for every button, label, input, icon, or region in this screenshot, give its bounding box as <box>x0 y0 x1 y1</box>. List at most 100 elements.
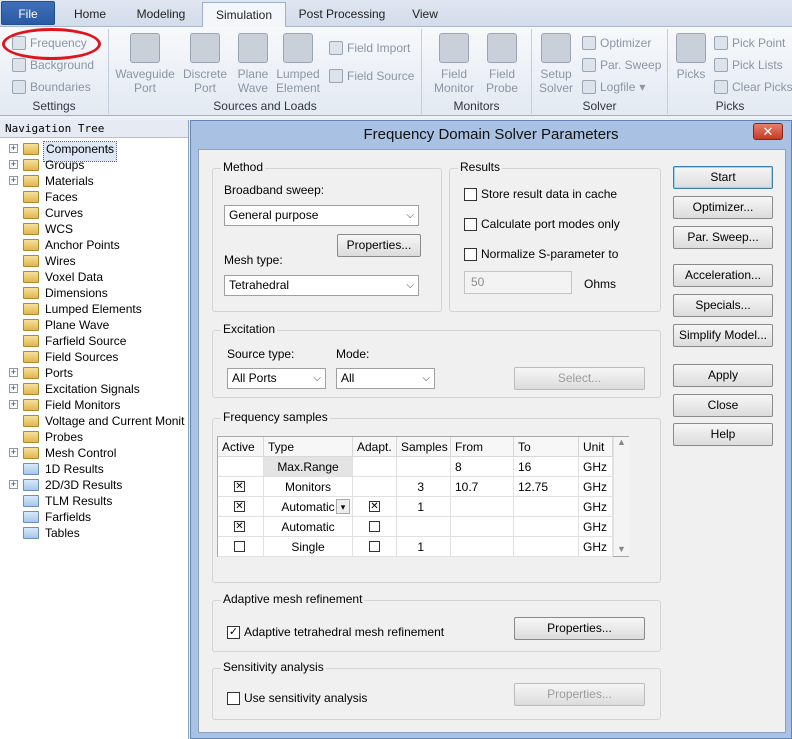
table-cell[interactable] <box>353 537 397 557</box>
expand-icon[interactable]: + <box>9 480 18 489</box>
tab-modeling[interactable]: Modeling <box>126 2 196 27</box>
mode-select[interactable]: All <box>336 368 435 389</box>
table-cell[interactable]: Monitors <box>264 477 353 497</box>
simplify-model-button[interactable]: Simplify Model... <box>673 324 773 347</box>
table-cell[interactable] <box>218 457 264 477</box>
tree-item[interactable]: TLM Results <box>0 493 188 509</box>
apply-button[interactable]: Apply <box>673 364 773 387</box>
tab-file[interactable]: File <box>1 1 55 25</box>
tree-item[interactable]: + Ports <box>0 365 188 381</box>
table-cell[interactable] <box>353 457 397 477</box>
table-cell[interactable]: Single <box>264 537 353 557</box>
lumped-element-button[interactable]: Lumped Element <box>275 33 321 95</box>
adapt-checkbox[interactable]: ✕ <box>369 501 380 512</box>
tree-item[interactable]: Wires <box>0 253 188 269</box>
background-button[interactable]: Background <box>12 58 94 72</box>
boundaries-button[interactable]: Boundaries <box>12 80 91 94</box>
table-cell[interactable]: 8 <box>451 457 514 477</box>
port-modes-checkbox[interactable]: Calculate port modes only <box>464 217 620 231</box>
sensitivity-properties-button[interactable]: Properties... <box>514 683 645 706</box>
tree-item[interactable]: Voltage and Current Monit <box>0 413 188 429</box>
chevron-down-icon[interactable]: ▾ <box>336 499 350 514</box>
optimizer-button[interactable]: Optimizer... <box>673 196 773 219</box>
tree-item[interactable]: Probes <box>0 429 188 445</box>
active-checkbox[interactable]: ✕ <box>234 521 245 532</box>
table-cell[interactable]: Automatic ▾ <box>264 497 353 517</box>
table-cell[interactable] <box>514 497 579 517</box>
table-cell[interactable] <box>514 537 579 557</box>
table-cell[interactable]: ✕ <box>218 477 264 497</box>
table-cell[interactable] <box>514 517 579 537</box>
table-cell[interactable] <box>451 497 514 517</box>
expand-icon[interactable]: + <box>9 176 18 185</box>
optimizer-ribbon-button[interactable]: Optimizer <box>582 36 651 50</box>
adapt-checkbox[interactable] <box>369 541 380 552</box>
tree-item[interactable]: + Field Monitors <box>0 397 188 413</box>
tree-item[interactable]: + Components <box>0 141 188 162</box>
table-cell[interactable]: GHz <box>579 477 613 497</box>
column-header[interactable]: To <box>514 437 579 457</box>
tree-item[interactable]: + Mesh Control <box>0 445 188 461</box>
adaptive-refinement-checkbox[interactable]: ✓ Adaptive tetrahedral mesh refinement <box>227 625 444 639</box>
expand-icon[interactable]: + <box>9 400 18 409</box>
discrete-port-button[interactable]: Discrete Port <box>179 33 231 95</box>
field-source-button[interactable]: Field Source <box>329 69 414 83</box>
table-cell[interactable] <box>451 517 514 537</box>
par-sweep-ribbon-button[interactable]: Par. Sweep <box>582 58 661 72</box>
ohms-input[interactable]: 50 <box>464 271 572 294</box>
par-sweep-button[interactable]: Par. Sweep... <box>673 226 773 249</box>
start-button[interactable]: Start <box>673 166 773 189</box>
field-import-button[interactable]: Field Import <box>329 41 410 55</box>
table-cell[interactable] <box>353 477 397 497</box>
expand-icon[interactable]: + <box>9 144 18 153</box>
tab-simulation[interactable]: Simulation <box>202 2 286 27</box>
table-cell[interactable]: 3 <box>397 477 451 497</box>
tab-post-processing[interactable]: Post Processing <box>294 2 390 27</box>
table-scrollbar[interactable]: ▲ ▼ <box>613 437 629 556</box>
pick-point-button[interactable]: Pick Point <box>714 36 785 50</box>
table-cell[interactable]: ✕ <box>218 497 264 517</box>
tree-item[interactable]: Farfields <box>0 509 188 525</box>
table-cell[interactable]: 1 <box>397 537 451 557</box>
tree-item[interactable]: Anchor Points <box>0 237 188 253</box>
table-cell[interactable]: ✕ <box>218 517 264 537</box>
setup-solver-button[interactable]: Setup Solver <box>536 33 576 95</box>
chevron-up-icon[interactable]: ▲ <box>614 437 629 447</box>
specials-button[interactable]: Specials... <box>673 294 773 317</box>
mesh-type-select[interactable]: Tetrahedral <box>224 275 419 296</box>
active-checkbox[interactable]: ✕ <box>234 481 245 492</box>
table-cell[interactable] <box>397 457 451 477</box>
tree-item[interactable]: + Excitation Signals <box>0 381 188 397</box>
tree-item[interactable]: Field Sources <box>0 349 188 365</box>
table-cell[interactable]: 16 <box>514 457 579 477</box>
expand-icon[interactable]: + <box>9 368 18 377</box>
table-cell[interactable] <box>397 517 451 537</box>
tree-item[interactable]: Dimensions <box>0 285 188 301</box>
table-cell[interactable] <box>353 517 397 537</box>
table-cell[interactable]: GHz <box>579 537 613 557</box>
tree-item[interactable]: Farfield Source <box>0 333 188 349</box>
plane-wave-button[interactable]: Plane Wave <box>233 33 273 95</box>
table-cell[interactable] <box>451 537 514 557</box>
tree-item[interactable]: 1D Results <box>0 461 188 477</box>
column-header[interactable]: Samples <box>397 437 451 457</box>
table-cell[interactable]: ✕ <box>353 497 397 517</box>
table-cell[interactable]: 12.75 <box>514 477 579 497</box>
tree-item[interactable]: + Materials <box>0 173 188 189</box>
picks-button[interactable]: Picks <box>672 33 710 81</box>
table-cell[interactable]: Max.Range <box>264 457 353 477</box>
source-type-select[interactable]: All Ports <box>227 368 326 389</box>
expand-icon[interactable]: + <box>9 160 18 169</box>
method-properties-button[interactable]: Properties... <box>337 234 421 257</box>
field-monitor-button[interactable]: Field Monitor <box>430 33 478 95</box>
table-cell[interactable]: Automatic <box>264 517 353 537</box>
table-cell[interactable] <box>218 537 264 557</box>
column-header[interactable]: Type <box>264 437 353 457</box>
tree-item[interactable]: Plane Wave <box>0 317 188 333</box>
tree-item[interactable]: +2D/3D Results <box>0 477 188 493</box>
adapt-checkbox[interactable] <box>369 521 380 532</box>
tree-item[interactable]: Lumped Elements <box>0 301 188 317</box>
waveguide-port-button[interactable]: Waveguide Port <box>113 33 177 95</box>
field-probe-button[interactable]: Field Probe <box>480 33 524 95</box>
column-header[interactable]: Active <box>218 437 264 457</box>
